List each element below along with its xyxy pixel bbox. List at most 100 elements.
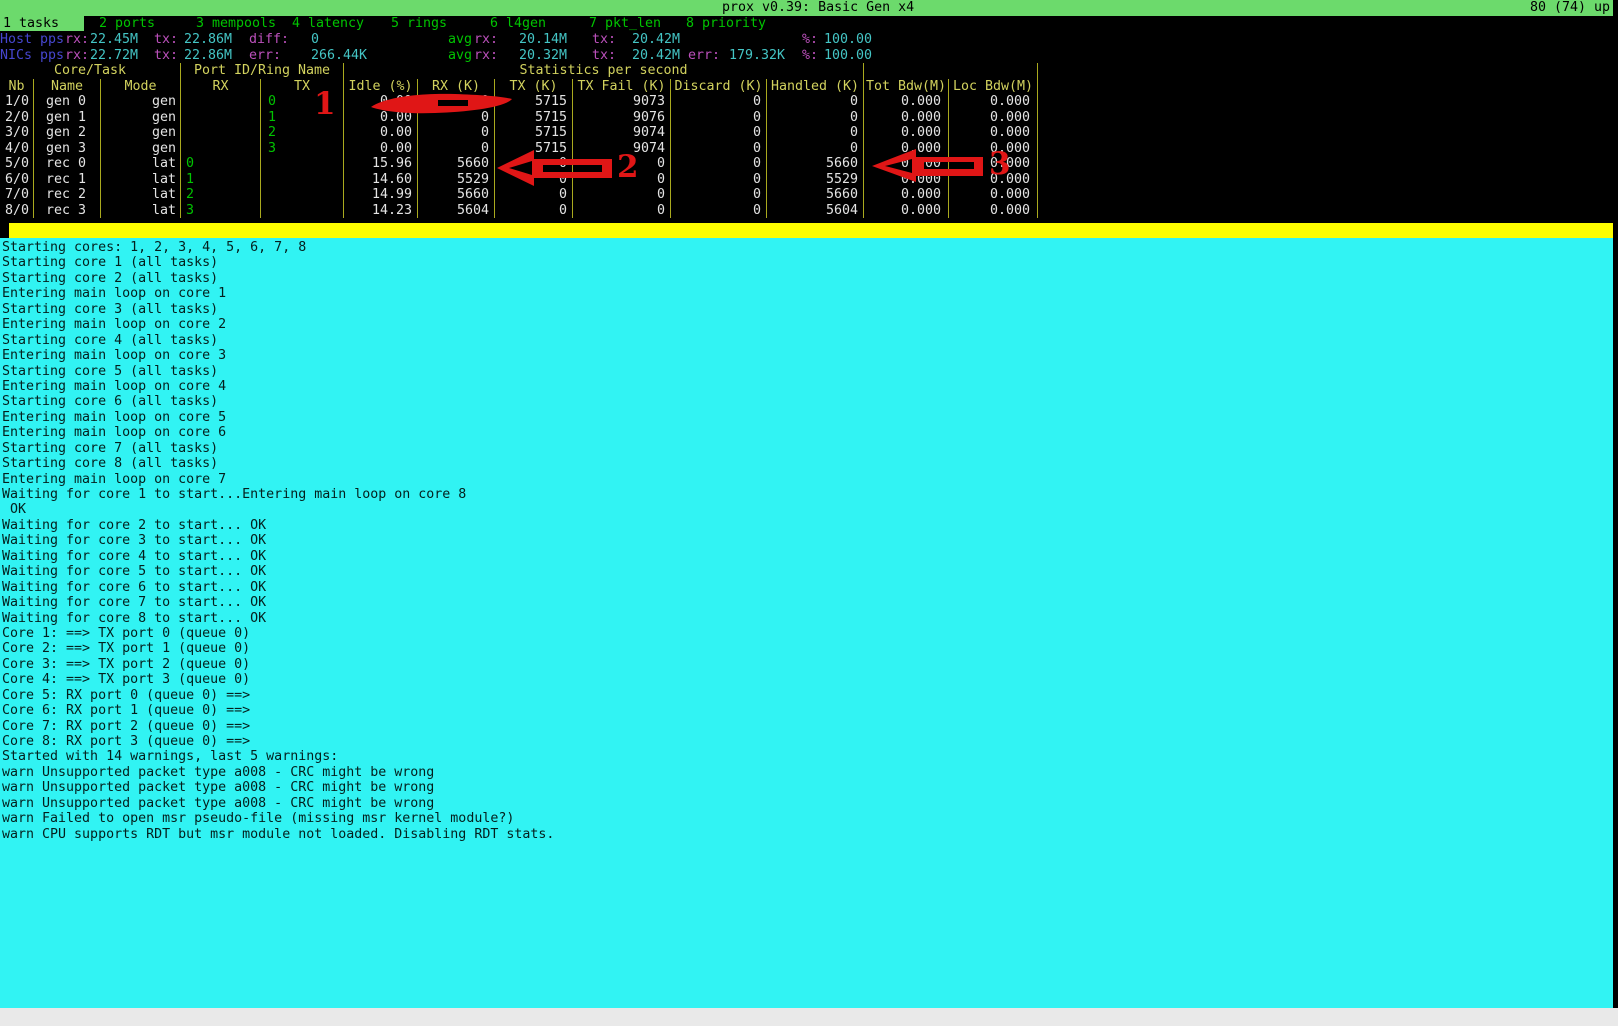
table-cell: lat <box>101 187 181 203</box>
table-cell: rec 0 <box>34 156 101 172</box>
table-cell: 0 <box>671 141 767 157</box>
log-line: Entering main loop on core 3 <box>2 348 1613 363</box>
table-cell: gen 3 <box>34 141 101 157</box>
nics-stat-token: 22.86M <box>184 48 232 64</box>
table-row: 8/0rec 3lat314.23560400056040.0000.000 <box>0 203 1039 219</box>
table-cell: 0 <box>495 156 573 172</box>
table-cell: 0.00 <box>344 94 418 110</box>
table-cell: 0.000 <box>949 125 1038 141</box>
table-row: 6/0rec 1lat114.60552900055290.0000.000 <box>0 172 1039 188</box>
tab-pkt_len[interactable]: 7 pkt_len <box>589 16 661 32</box>
log-line: Waiting for core 2 to start... OK <box>2 518 1613 533</box>
title-bar: prox v0.39: Basic Gen x4 80 (74) up <box>0 0 1613 16</box>
table-cell: 0 <box>767 94 864 110</box>
host-stat-token: 22.45M <box>90 32 138 48</box>
table-row: 4/0gen 3gen30.00057159074000.0000.000 <box>0 141 1039 157</box>
host-stat-token: Host pps <box>0 32 64 48</box>
tab-l4gen[interactable]: 6 l4gen <box>490 16 546 32</box>
table-cell: 9076 <box>573 110 671 126</box>
tab-latency[interactable]: 4 latency <box>292 16 364 32</box>
port-id-cell: 1 <box>181 172 261 188</box>
table-cell: gen 1 <box>34 110 101 126</box>
prox-terminal-app: { "title_bar": { "title": "prox v0.39: B… <box>0 0 1618 1026</box>
log-line: Core 3: ==> TX port 2 (queue 0) <box>2 657 1613 672</box>
table-cell: 15.96 <box>344 156 418 172</box>
log-line: Entering main loop on core 5 <box>2 410 1613 425</box>
nics-stat-token: 266.44K <box>311 48 367 64</box>
log-line: Core 8: RX port 3 (queue 0) ==> <box>2 734 1613 749</box>
table-column-header: Loc Bdw(M) <box>949 79 1038 95</box>
table-row: 3/0gen 2gen20.00057159074000.0000.000 <box>0 125 1039 141</box>
nics-pps-stats-line: NICs ppsrx:22.72Mtx:22.86Merr:266.44Kavg… <box>0 48 1613 64</box>
tab-ports[interactable]: 2 ports <box>99 16 155 32</box>
status-bar: Enter 'help' or command, <ESC> or 'quit'… <box>0 1008 1618 1026</box>
uptime-indicator: 80 (74) up <box>1530 0 1610 16</box>
nics-stat-token: 100.00 <box>824 48 872 64</box>
nics-stat-token: rx: <box>65 48 89 64</box>
table-cell: 5/0 <box>0 156 34 172</box>
table-cell: 0 <box>671 110 767 126</box>
command-input-row[interactable] <box>0 223 1613 238</box>
host-stat-token: %: <box>802 32 818 48</box>
table-column-header: Tot Bdw(M) <box>864 79 949 95</box>
tab-priority[interactable]: 8 priority <box>686 16 766 32</box>
log-line: Waiting for core 5 to start... OK <box>2 564 1613 579</box>
table-cell: 14.60 <box>344 172 418 188</box>
table-cell: 0.000 <box>949 110 1038 126</box>
table-cell: 5715 <box>495 94 573 110</box>
table-cell: 0 <box>573 187 671 203</box>
nics-stat-token: tx: <box>592 48 616 64</box>
nics-stat-token: rx: <box>474 48 498 64</box>
host-stat-token: rx: <box>474 32 498 48</box>
log-line: Waiting for core 7 to start... OK <box>2 595 1613 610</box>
table-cell: gen <box>101 94 181 110</box>
log-line: Entering main loop on core 4 <box>2 379 1613 394</box>
table-cell: 0 <box>418 125 495 141</box>
nics-stat-token: 20.32M <box>519 48 567 64</box>
log-line: Starting core 5 (all tasks) <box>2 364 1613 379</box>
port-id-cell: 3 <box>181 203 261 219</box>
table-cell: 0.00 <box>344 141 418 157</box>
log-line: Starting core 4 (all tasks) <box>2 333 1613 348</box>
table-cell: 5529 <box>767 172 864 188</box>
table-cell: 0 <box>671 203 767 219</box>
cursor-block <box>0 223 9 238</box>
table-cell: 9073 <box>573 94 671 110</box>
screen-tab-bar: 1 tasks 2 ports 3 mempools 4 latency 5 ring… <box>0 16 1613 32</box>
table-cell: 0 <box>767 110 864 126</box>
table-column-header: Idle (%) <box>344 79 418 95</box>
table-cell: 3/0 <box>0 125 34 141</box>
tab-mempools[interactable]: 3 mempools <box>196 16 276 32</box>
port-id-cell <box>261 156 344 172</box>
table-cell: 0 <box>671 125 767 141</box>
table-cell: 0.000 <box>864 172 949 188</box>
table-cell: 5604 <box>767 203 864 219</box>
tab-tasks-active[interactable]: 1 tasks <box>0 16 84 32</box>
table-cell: 0 <box>671 94 767 110</box>
host-stat-token: rx: <box>65 32 89 48</box>
nics-stat-token: 22.72M <box>90 48 138 64</box>
table-cell: 8/0 <box>0 203 34 219</box>
table-cell: 0 <box>573 203 671 219</box>
annotation-label-1: 1 <box>314 89 336 119</box>
log-line: Waiting for core 8 to start... OK <box>2 611 1613 626</box>
table-cell: 0.000 <box>949 94 1038 110</box>
table-cell: rec 2 <box>34 187 101 203</box>
tab-rings[interactable]: 5 rings <box>391 16 447 32</box>
app-title: prox v0.39: Basic Gen x4 <box>722 0 914 16</box>
table-cell: 5660 <box>418 156 495 172</box>
table-cell: 0 <box>418 110 495 126</box>
table-group-header <box>864 63 1038 79</box>
log-line: Core 6: RX port 1 (queue 0) ==> <box>2 703 1613 718</box>
log-line: Starting core 6 (all tasks) <box>2 394 1613 409</box>
nics-stat-token: NICs pps <box>0 48 64 64</box>
host-stat-token: 20.42M <box>632 32 680 48</box>
table-cell: 0.000 <box>864 94 949 110</box>
table-cell: 0 <box>495 172 573 188</box>
log-line: Core 5: RX port 0 (queue 0) ==> <box>2 688 1613 703</box>
log-output-area: Starting cores: 1, 2, 3, 4, 5, 6, 7, 8St… <box>0 238 1613 1008</box>
port-id-cell <box>261 203 344 219</box>
terminal-screen: prox v0.39: Basic Gen x4 80 (74) up 1 ta… <box>0 0 1618 1026</box>
nics-stat-token: %: <box>802 48 818 64</box>
port-id-cell <box>181 125 261 141</box>
